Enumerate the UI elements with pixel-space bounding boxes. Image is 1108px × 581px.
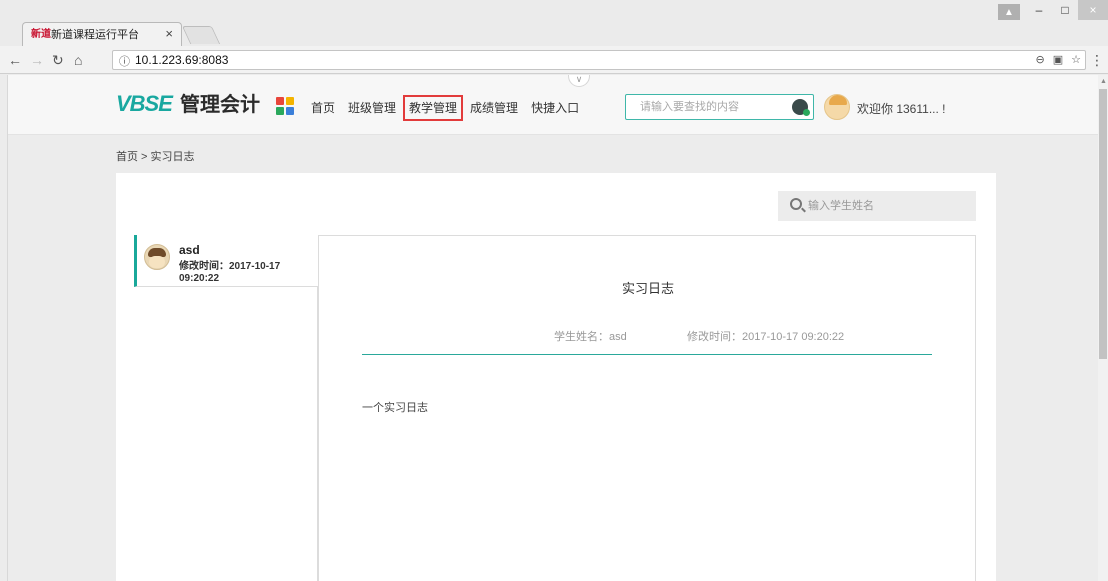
- page-viewport: ∨ VBSE 管理会计 首页 班级管理 教学管理 成绩管理 快捷入口 欢迎你 1…: [8, 75, 1098, 581]
- site-header: ∨ VBSE 管理会计 首页 班级管理 教学管理 成绩管理 快捷入口 欢迎你 1…: [8, 75, 1098, 135]
- student-modified-time: 09:20:22: [179, 273, 220, 284]
- minimize-icon[interactable]: –: [1026, 0, 1052, 20]
- site-info-icon[interactable]: ⓘ: [119, 53, 130, 69]
- student-modified-date: 修改时间：2017-10-17: [179, 261, 281, 272]
- diary-panel: 实习日志 学生姓名：asd 修改时间：2017-10-17 09:20:22 一…: [318, 235, 976, 581]
- student-search-input[interactable]: [808, 191, 968, 221]
- site-search-input[interactable]: [626, 95, 786, 119]
- student-name: asd: [179, 243, 200, 257]
- forward-arrow-icon[interactable]: →: [30, 51, 44, 69]
- omnibox-actions: ⊖ ▣ ☆: [1036, 53, 1082, 66]
- diary-student-name: 学生姓名：asd: [554, 331, 627, 343]
- diary-divider: [362, 354, 932, 355]
- browser-menu-icon[interactable]: ⋮: [1090, 52, 1104, 69]
- page-scrollbar[interactable]: ▲: [1098, 75, 1108, 581]
- logo-title: 管理会计: [180, 94, 260, 116]
- chevron-down-icon[interactable]: ∨: [568, 75, 590, 87]
- new-tab-button[interactable]: [181, 26, 221, 44]
- site-search: [625, 94, 814, 120]
- app-grid-icon[interactable]: [276, 97, 294, 115]
- nav-item-grade-management[interactable]: 成绩管理: [470, 101, 518, 115]
- window-left-edge: [0, 75, 8, 581]
- student-avatar: [144, 244, 170, 270]
- content-card: asd 修改时间：2017-10-17 09:20:22 实习日志 学生姓名：a…: [116, 173, 996, 581]
- browser-toolbar: ← → ↻ ⌂ ⓘ 10.1.223.69:8083 ⊖ ▣ ☆ ⋮: [0, 46, 1108, 74]
- bookmark-star-icon[interactable]: ☆: [1071, 53, 1081, 66]
- window-controls: ▲ – □ ×: [998, 0, 1108, 20]
- search-icon[interactable]: [790, 198, 802, 210]
- translate-icon[interactable]: ▣: [1053, 53, 1063, 66]
- home-icon[interactable]: ⌂: [74, 51, 82, 69]
- diary-title: 实习日志: [621, 281, 674, 296]
- nav-item-class-management[interactable]: 班级管理: [348, 101, 396, 115]
- browser-tabstrip: 新道 新道课程运行平台 × ▲ – □ ×: [0, 0, 1108, 46]
- logo-brand[interactable]: VBSE: [116, 92, 173, 116]
- scrollbar-thumb[interactable]: [1099, 89, 1107, 359]
- address-bar[interactable]: ⓘ 10.1.223.69:8083 ⊖ ▣ ☆: [112, 50, 1086, 70]
- zoom-icon[interactable]: ⊖: [1036, 53, 1045, 66]
- tab-title: 新道课程运行平台: [51, 29, 139, 41]
- user-avatar[interactable]: [824, 94, 850, 120]
- close-window-icon[interactable]: ×: [1078, 0, 1108, 20]
- student-search: [778, 191, 976, 221]
- nav-item-home[interactable]: 首页: [311, 101, 335, 115]
- diary-modified-time: 修改时间：2017-10-17 09:20:22: [687, 331, 845, 343]
- nav-item-teaching-management[interactable]: 教学管理: [403, 95, 464, 121]
- nav-item-quick-entry[interactable]: 快捷入口: [531, 101, 579, 115]
- address-bar-url: 10.1.223.69:8083: [135, 53, 229, 67]
- maximize-icon[interactable]: □: [1052, 0, 1078, 20]
- scroll-up-icon[interactable]: ▲: [1100, 78, 1107, 85]
- list-item[interactable]: asd 修改时间：2017-10-17 09:20:22: [134, 235, 318, 287]
- search-icon[interactable]: [792, 99, 810, 116]
- back-arrow-icon[interactable]: ←: [8, 51, 22, 69]
- diary-body: 一个实习日志: [362, 402, 428, 414]
- breadcrumb: 首页 > 实习日志: [116, 151, 195, 163]
- site-favicon-icon: 新道: [31, 29, 51, 40]
- tab-close-icon[interactable]: ×: [165, 27, 173, 41]
- main-nav: 首页 班级管理 教学管理 成绩管理 快捷入口: [311, 95, 592, 121]
- welcome-text[interactable]: 欢迎你 13611... !: [857, 100, 945, 117]
- profile-icon[interactable]: ▲: [998, 4, 1020, 20]
- student-list: asd 修改时间：2017-10-17 09:20:22: [134, 235, 318, 581]
- reload-icon[interactable]: ↻: [52, 51, 64, 69]
- browser-tab[interactable]: 新道 新道课程运行平台 ×: [22, 22, 182, 46]
